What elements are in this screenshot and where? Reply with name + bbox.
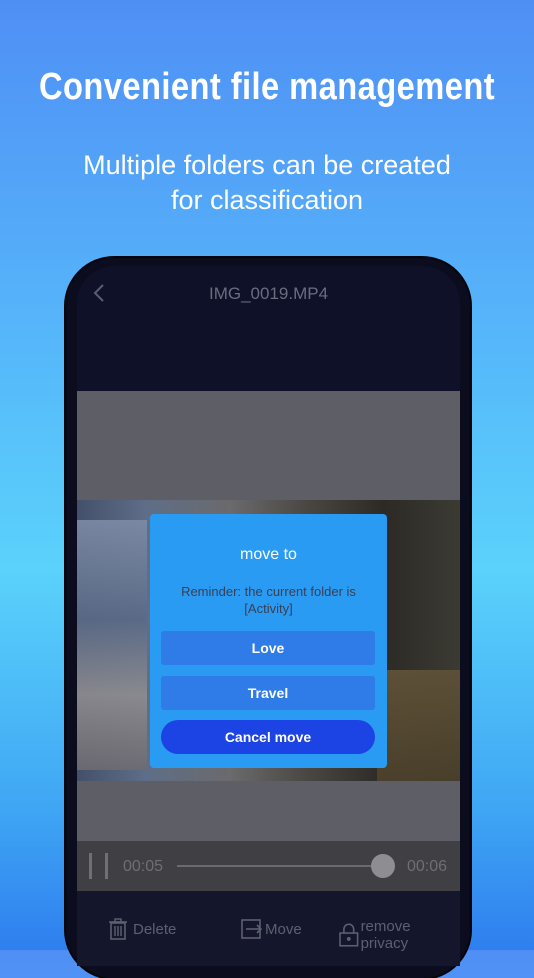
- promo-headline: Convenient file management: [38, 66, 496, 108]
- progress-knob[interactable]: [371, 854, 395, 878]
- move-icon: [241, 919, 263, 939]
- delete-button[interactable]: Delete: [109, 918, 176, 940]
- lock-icon: [339, 923, 359, 947]
- move-button[interactable]: Move: [241, 918, 302, 940]
- dialog-reminder-line-1: Reminder: the current folder is: [181, 584, 356, 599]
- promo-subtitle: Multiple folders can be created for clas…: [0, 148, 534, 218]
- video-content-left: [77, 520, 147, 770]
- move-to-dialog: move to Reminder: the current folder is …: [150, 514, 387, 768]
- cancel-move-button[interactable]: Cancel move: [161, 720, 375, 754]
- trash-icon: [109, 918, 127, 940]
- promo-subtitle-line-2: for classification: [170, 185, 364, 215]
- file-title: IMG_0019.MP4: [208, 284, 329, 303]
- pause-icon[interactable]: [89, 853, 109, 879]
- folder-option-love[interactable]: Love: [161, 631, 375, 665]
- promo-subtitle-line-1: Multiple folders can be created: [83, 150, 451, 180]
- dialog-reminder: Reminder: the current folder is [Activit…: [160, 583, 377, 617]
- dialog-reminder-line-2: [Activity]: [244, 601, 293, 616]
- player-controls: 00:05 00:06: [77, 841, 460, 891]
- video-letterbox-bottom: [77, 781, 460, 841]
- video-content-right: [377, 670, 460, 781]
- bottom-toolbar: Delete Move remove privacy: [77, 891, 460, 966]
- video-letterbox-top: [77, 391, 460, 500]
- dialog-title: move to: [240, 546, 297, 563]
- progress-track[interactable]: [177, 865, 377, 867]
- nav-bar: IMG_0019.MP4: [77, 266, 460, 391]
- remove-privacy-button[interactable]: remove privacy: [339, 918, 460, 952]
- delete-label: Delete: [133, 920, 177, 938]
- move-label: Move: [265, 920, 302, 938]
- total-time: 00:06: [407, 858, 448, 875]
- current-time: 00:05: [123, 858, 164, 875]
- folder-option-travel[interactable]: Travel: [161, 676, 375, 710]
- remove-privacy-label: remove privacy: [360, 918, 411, 952]
